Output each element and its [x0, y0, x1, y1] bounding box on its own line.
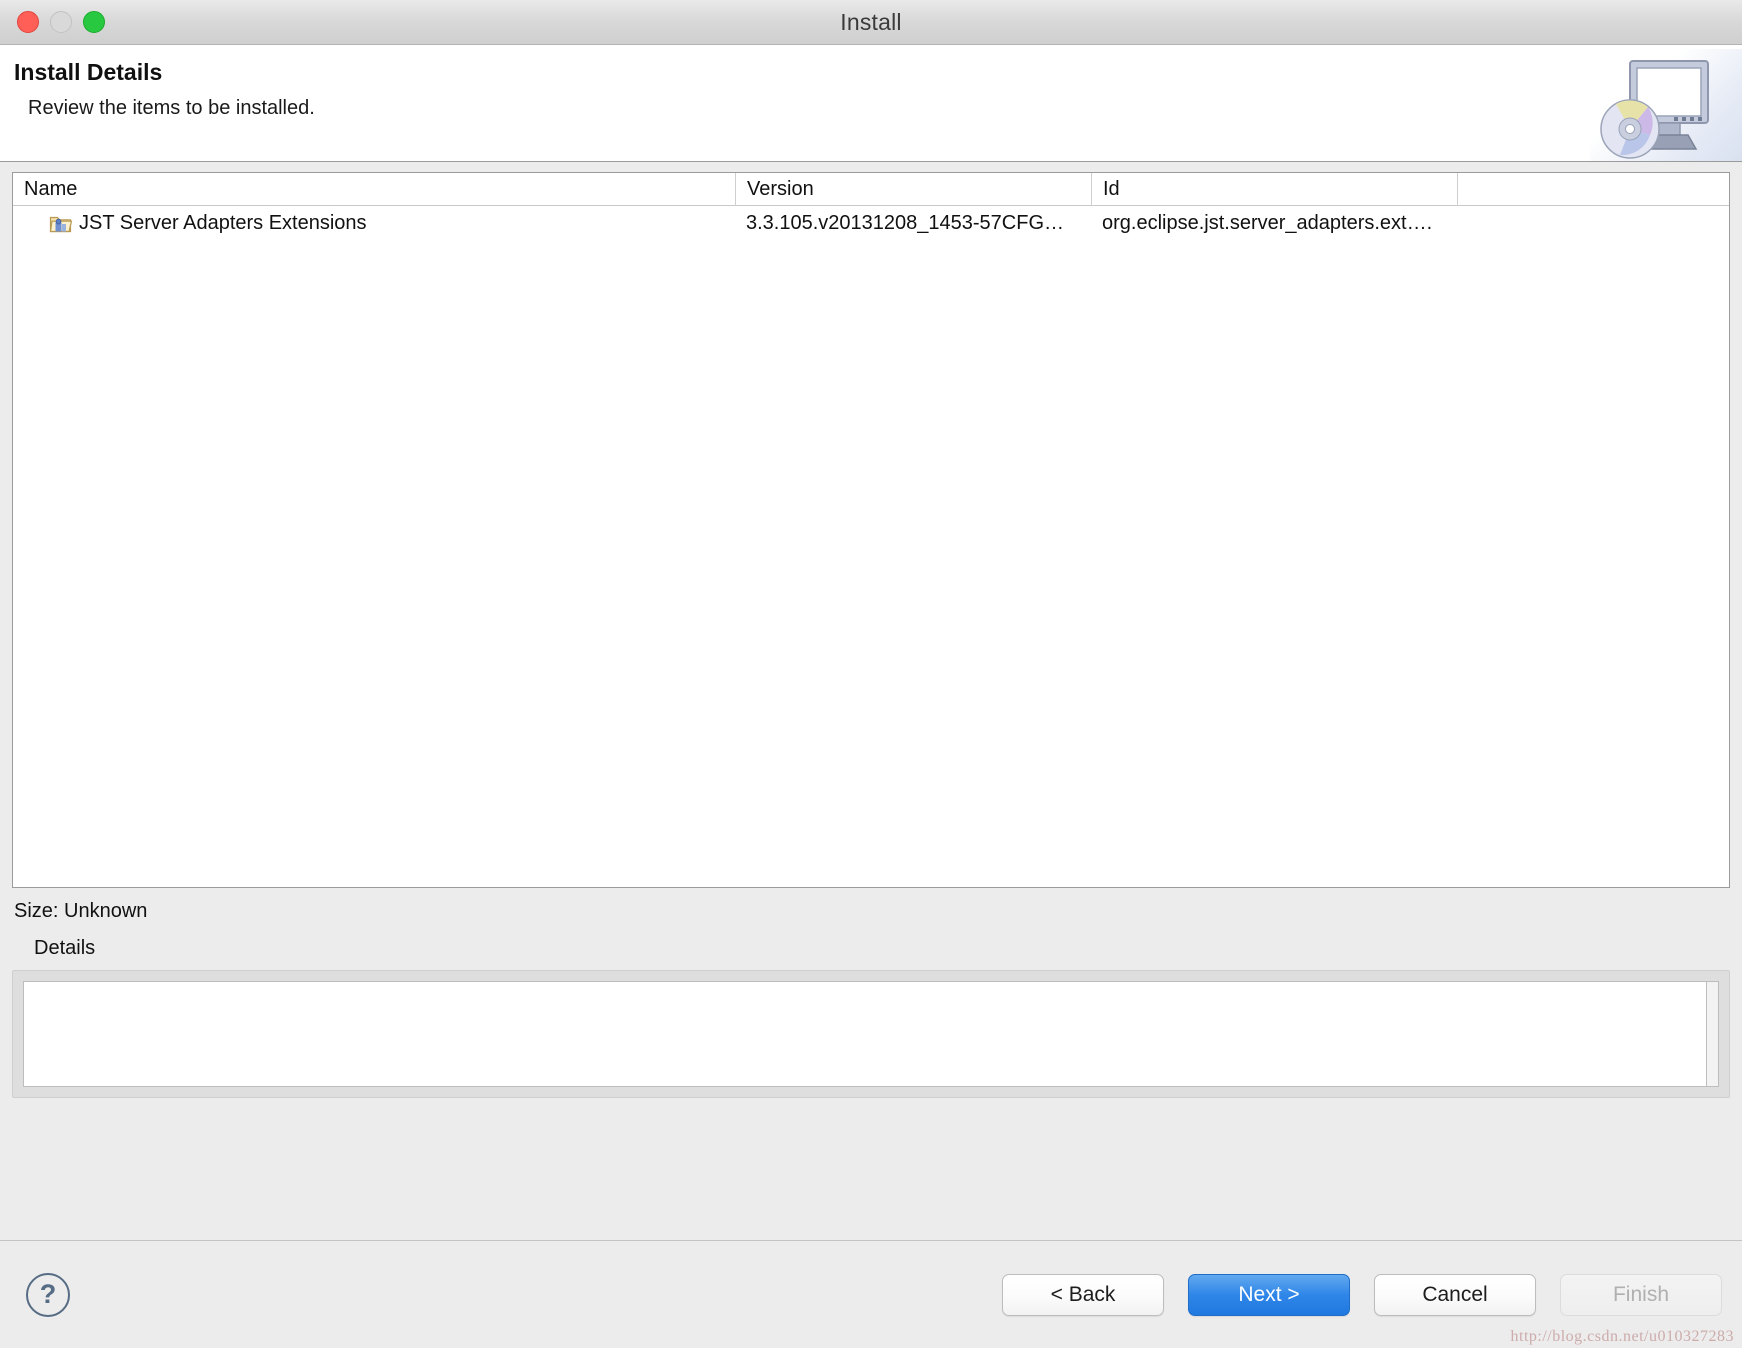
cell-filler: [1457, 206, 1729, 240]
zoom-button[interactable]: [83, 11, 105, 33]
install-monitor-cd-icon: [1590, 49, 1742, 161]
details-scrollbar[interactable]: [1707, 981, 1719, 1087]
table-row[interactable]: JST Server Adapters Extensions 3.3.105.v…: [13, 206, 1729, 240]
details-text-area[interactable]: [23, 981, 1707, 1087]
column-header-name[interactable]: Name: [13, 173, 735, 206]
cell-version: 3.3.105.v20131208_1453-57CFG…: [746, 212, 1065, 234]
window-controls: [17, 11, 105, 33]
column-header-id[interactable]: Id: [1091, 173, 1457, 206]
footer-buttons: < Back Next > Cancel Finish: [1002, 1273, 1722, 1316]
page-subtitle: Review the items to be installed.: [28, 97, 315, 119]
dialog-footer: ? < Back Next > Cancel Finish http://blo…: [0, 1240, 1742, 1348]
column-header-filler: [1457, 173, 1729, 206]
footer-spacer: [0, 1098, 1742, 1240]
details-group: [12, 970, 1730, 1098]
column-header-version[interactable]: Version: [735, 173, 1091, 206]
table-header-row: Name Version Id: [13, 173, 1729, 206]
feature-folder-icon: [49, 212, 73, 234]
cell-id: org.eclipse.jst.server_adapters.ext….: [1102, 212, 1433, 234]
finish-button: Finish: [1560, 1273, 1722, 1316]
minimize-button[interactable]: [50, 11, 72, 33]
size-label: Size: Unknown: [14, 900, 148, 922]
close-button[interactable]: [17, 11, 39, 33]
details-label: Details: [34, 937, 96, 959]
watermark-text: http://blog.csdn.net/u010327283: [1510, 1328, 1734, 1345]
help-icon[interactable]: ?: [26, 1272, 70, 1317]
title-bar: Install: [0, 0, 1742, 45]
install-items-table[interactable]: Name Version Id JST Server Adapters Exte…: [12, 172, 1730, 888]
next-button[interactable]: Next >: [1188, 1273, 1350, 1316]
cancel-button[interactable]: Cancel: [1374, 1273, 1536, 1316]
page-banner: Install Details Review the items to be i…: [0, 45, 1742, 162]
back-button[interactable]: < Back: [1002, 1273, 1164, 1316]
window-title: Install: [840, 8, 902, 35]
install-dialog: Install Install Details Review the items…: [0, 0, 1742, 1348]
cell-name-text: JST Server Adapters Extensions: [79, 212, 367, 234]
cell-name[interactable]: JST Server Adapters Extensions: [13, 206, 735, 240]
page-title: Install Details: [14, 59, 163, 85]
